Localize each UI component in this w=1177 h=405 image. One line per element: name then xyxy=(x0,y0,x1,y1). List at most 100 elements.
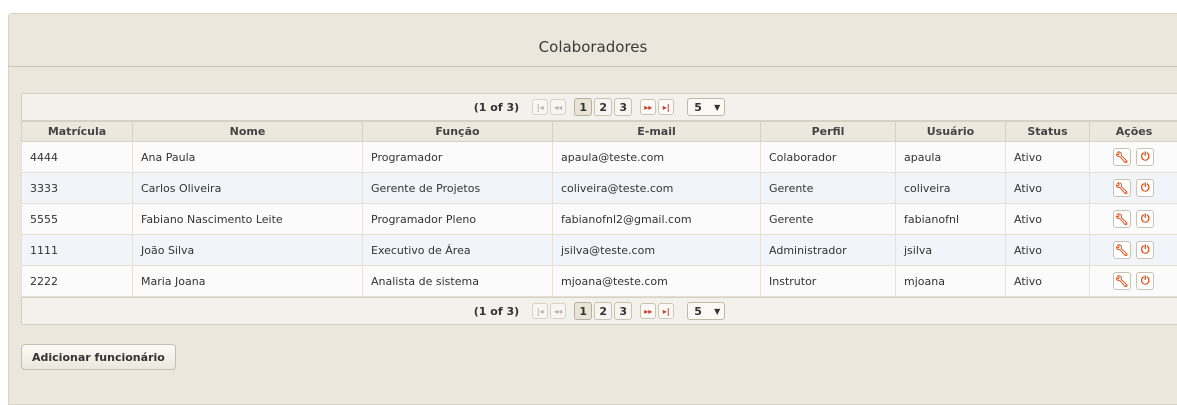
table-row[interactable]: 5555 Fabiano Nascimento Leite Programado… xyxy=(21,203,1177,235)
last-page-icon: ▸| xyxy=(662,306,670,316)
deactivate-button[interactable]: ⏻ xyxy=(1136,241,1155,259)
wrench-icon: 🔧︎ xyxy=(1114,150,1129,164)
column-header-email[interactable]: E-mail xyxy=(552,121,761,142)
add-employee-button[interactable]: Adicionar funcionário xyxy=(21,344,176,370)
cell-usuario: mjoana xyxy=(895,265,1006,297)
paginator-bottom: (1 of 3) |◂ ◂◂ 1 2 3 ▸▸ ▸| 5 ▼ xyxy=(21,297,1177,325)
first-page-button[interactable]: |◂ xyxy=(532,303,549,319)
edit-button[interactable]: 🔧︎ xyxy=(1112,272,1131,290)
column-header-matricula[interactable]: Matrícula xyxy=(21,121,133,142)
cell-usuario: coliveira xyxy=(895,172,1006,204)
column-header-acoes: Ações xyxy=(1089,121,1177,142)
cell-actions: 🔧︎ ⏻ xyxy=(1089,172,1177,204)
next-page-button[interactable]: ▸▸ xyxy=(640,99,657,115)
next-page-button[interactable]: ▸▸ xyxy=(640,303,657,319)
paginator-top: (1 of 3) |◂ ◂◂ 1 2 3 ▸▸ ▸| 5 ▼ xyxy=(21,93,1177,121)
table-row[interactable]: 4444 Ana Paula Programador apaula@teste.… xyxy=(21,141,1177,173)
cell-usuario: jsilva xyxy=(895,234,1006,266)
prev-page-icon: ◂◂ xyxy=(554,102,563,112)
rows-per-page-select[interactable]: 5 ▼ xyxy=(687,98,726,116)
edit-button[interactable]: 🔧︎ xyxy=(1112,148,1131,166)
cell-funcao: Analista de sistema xyxy=(362,265,553,297)
cell-usuario: apaula xyxy=(895,141,1006,173)
wrench-icon: 🔧︎ xyxy=(1114,212,1129,226)
power-icon: ⏻ xyxy=(1140,181,1150,194)
page-2-button[interactable]: 2 xyxy=(594,98,613,116)
cell-funcao: Gerente de Projetos xyxy=(362,172,553,204)
page-2-button[interactable]: 2 xyxy=(594,302,613,320)
rows-per-page-value: 5 xyxy=(694,304,702,318)
cell-matricula: 3333 xyxy=(21,172,133,204)
power-icon: ⏻ xyxy=(1140,274,1150,287)
deactivate-button[interactable]: ⏻ xyxy=(1136,272,1155,290)
cell-perfil: Gerente xyxy=(760,203,896,235)
cell-nome: Maria Joana xyxy=(132,265,363,297)
edit-button[interactable]: 🔧︎ xyxy=(1112,241,1131,259)
panel-title: Colaboradores xyxy=(9,14,1177,67)
cell-status: Ativo xyxy=(1005,141,1090,173)
first-page-icon: |◂ xyxy=(536,306,544,316)
cell-perfil: Instrutor xyxy=(760,265,896,297)
cell-perfil: Gerente xyxy=(760,172,896,204)
prev-page-icon: ◂◂ xyxy=(554,306,563,316)
page-3-button[interactable]: 3 xyxy=(614,98,633,116)
page-3-button[interactable]: 3 xyxy=(614,302,633,320)
power-icon: ⏻ xyxy=(1140,243,1150,256)
wrench-icon: 🔧︎ xyxy=(1114,274,1129,288)
cell-usuario: fabianofnl xyxy=(895,203,1006,235)
first-page-button[interactable]: |◂ xyxy=(532,99,549,115)
cell-funcao: Programador Pleno xyxy=(362,203,553,235)
deactivate-button[interactable]: ⏻ xyxy=(1136,179,1155,197)
page-report: (1 of 3) xyxy=(473,100,520,114)
rows-per-page-select[interactable]: 5 ▼ xyxy=(687,302,726,320)
cell-perfil: Colaborador xyxy=(760,141,896,173)
column-header-nome[interactable]: Nome xyxy=(132,121,363,142)
cell-status: Ativo xyxy=(1005,203,1090,235)
cell-funcao: Executivo de Área xyxy=(362,234,553,266)
first-page-icon: |◂ xyxy=(536,102,544,112)
cell-status: Ativo xyxy=(1005,234,1090,266)
table-header-row: Matrícula Nome Função E-mail Perfil Usuá… xyxy=(21,121,1177,142)
deactivate-button[interactable]: ⏻ xyxy=(1136,148,1155,166)
edit-button[interactable]: 🔧︎ xyxy=(1112,210,1131,228)
column-header-status[interactable]: Status xyxy=(1005,121,1090,142)
deactivate-button[interactable]: ⏻ xyxy=(1136,210,1155,228)
collaborators-table-wrapper: (1 of 3) |◂ ◂◂ 1 2 3 ▸▸ ▸| 5 ▼ Matrícula… xyxy=(21,93,1177,325)
cell-email: apaula@teste.com xyxy=(552,141,761,173)
cell-actions: 🔧︎ ⏻ xyxy=(1089,265,1177,297)
last-page-button[interactable]: ▸| xyxy=(658,303,675,319)
collaborators-panel: Colaboradores (1 of 3) |◂ ◂◂ 1 2 3 ▸▸ ▸|… xyxy=(8,13,1177,405)
power-icon: ⏻ xyxy=(1140,150,1150,163)
chevron-down-icon: ▼ xyxy=(714,102,721,112)
column-header-perfil[interactable]: Perfil xyxy=(760,121,896,142)
prev-page-button[interactable]: ◂◂ xyxy=(550,303,567,319)
cell-actions: 🔧︎ ⏻ xyxy=(1089,141,1177,173)
cell-nome: Ana Paula xyxy=(132,141,363,173)
edit-button[interactable]: 🔧︎ xyxy=(1112,179,1131,197)
rows-per-page-value: 5 xyxy=(694,100,702,114)
table-row[interactable]: 1111 João Silva Executivo de Área jsilva… xyxy=(21,234,1177,266)
cell-email: mjoana@teste.com xyxy=(552,265,761,297)
cell-actions: 🔧︎ ⏻ xyxy=(1089,203,1177,235)
next-page-icon: ▸▸ xyxy=(644,102,653,112)
cell-status: Ativo xyxy=(1005,265,1090,297)
page-1-button[interactable]: 1 xyxy=(574,302,593,320)
cell-email: coliveira@teste.com xyxy=(552,172,761,204)
cell-nome: Fabiano Nascimento Leite xyxy=(132,203,363,235)
table-row[interactable]: 2222 Maria Joana Analista de sistema mjo… xyxy=(21,265,1177,297)
prev-page-button[interactable]: ◂◂ xyxy=(550,99,567,115)
column-header-funcao[interactable]: Função xyxy=(362,121,553,142)
column-header-usuario[interactable]: Usuário xyxy=(895,121,1006,142)
page-1-button[interactable]: 1 xyxy=(574,98,593,116)
cell-actions: 🔧︎ ⏻ xyxy=(1089,234,1177,266)
last-page-icon: ▸| xyxy=(662,102,670,112)
cell-matricula: 4444 xyxy=(21,141,133,173)
last-page-button[interactable]: ▸| xyxy=(658,99,675,115)
cell-status: Ativo xyxy=(1005,172,1090,204)
cell-nome: João Silva xyxy=(132,234,363,266)
cell-matricula: 5555 xyxy=(21,203,133,235)
collaborators-table: Matrícula Nome Função E-mail Perfil Usuá… xyxy=(21,121,1177,297)
next-page-icon: ▸▸ xyxy=(644,306,653,316)
table-row[interactable]: 3333 Carlos Oliveira Gerente de Projetos… xyxy=(21,172,1177,204)
cell-email: jsilva@teste.com xyxy=(552,234,761,266)
